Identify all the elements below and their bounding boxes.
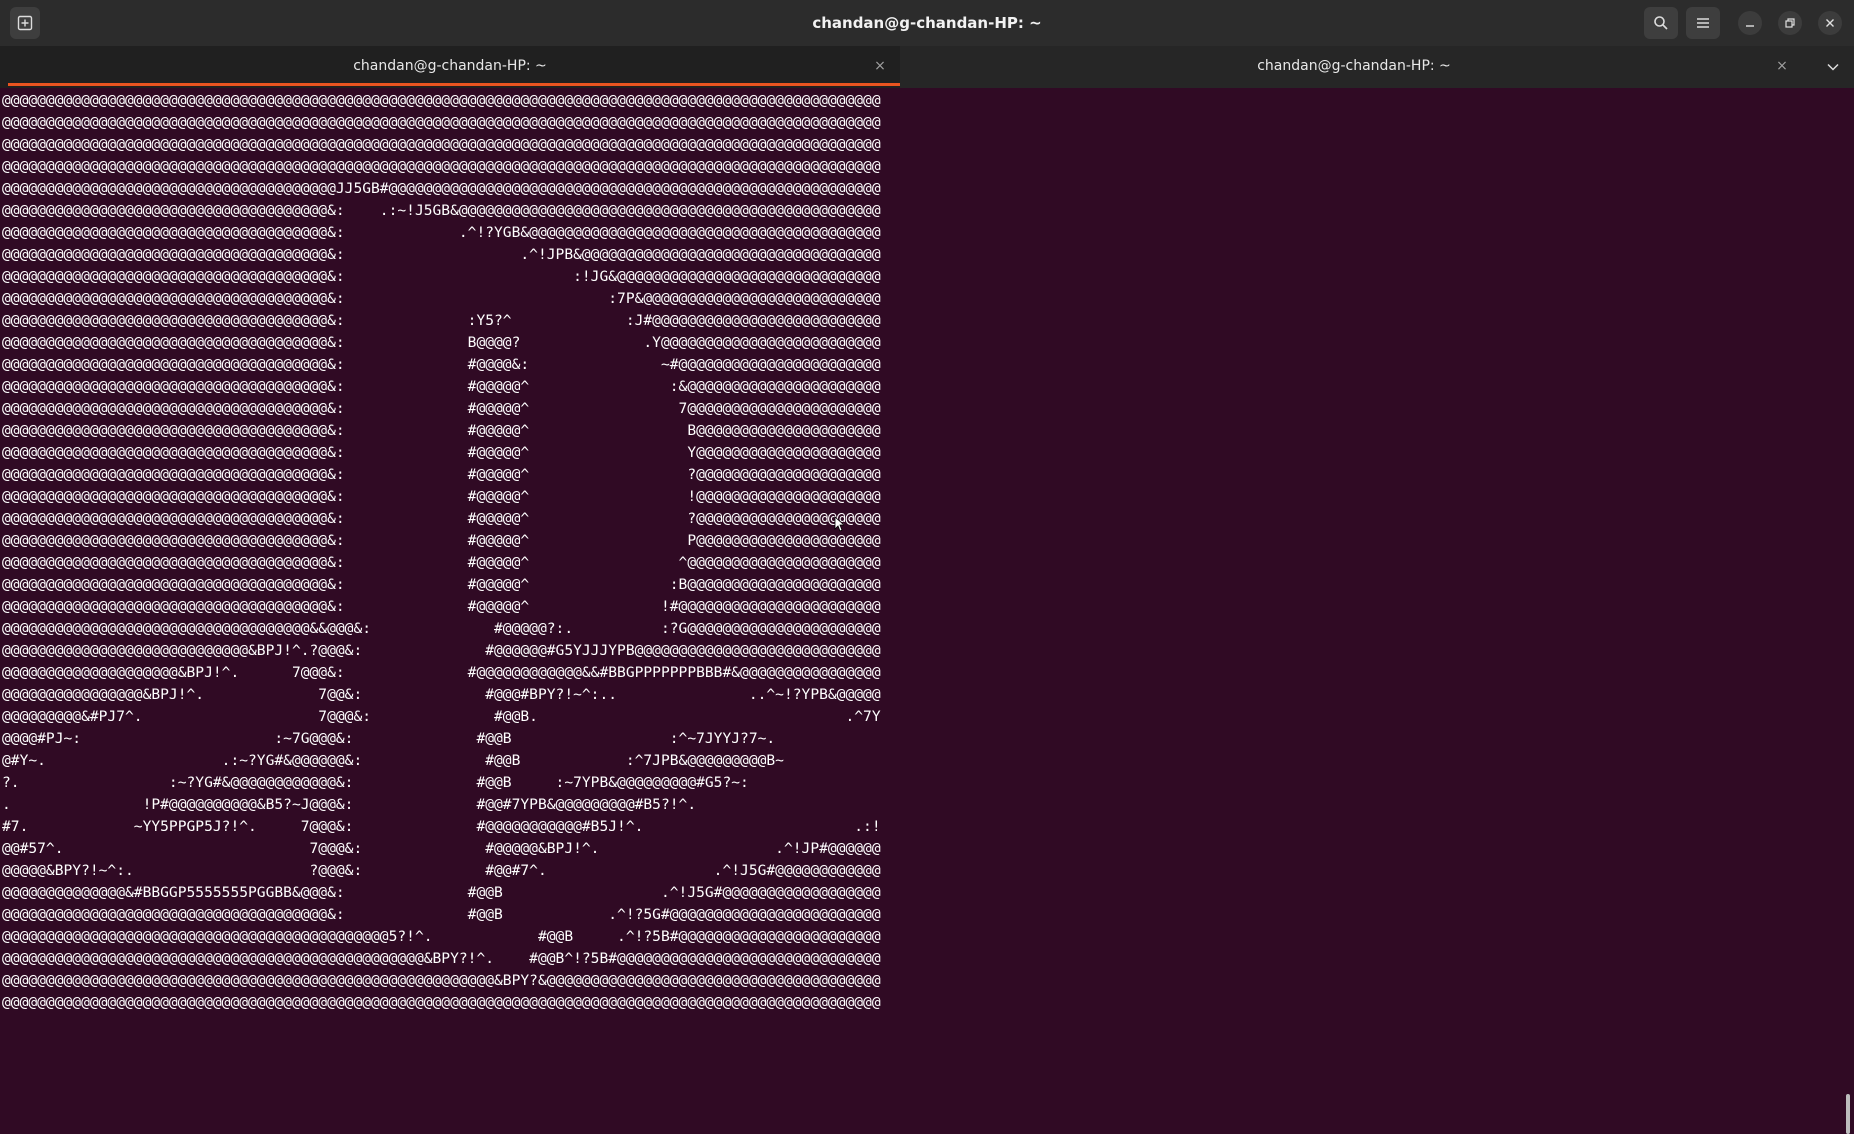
title-bar: chandan@g-chandan-HP: ~ — [0, 0, 1854, 46]
terminal-line: @@@@@@@@@@@@@@@@@@@@@@@@@@@@@@@@@@@@@&: … — [2, 488, 881, 505]
tab-terminal-2[interactable]: chandan@g-chandan-HP: ~ × — [902, 46, 1806, 88]
terminal-line: @@@@@@@@@@@@@@@@@@@@@@@@@@@@@@@@@@@@@@@@… — [2, 92, 881, 109]
terminal-line: @@@@@@@@@@@@@@@@@@@@@@@@@@@@@@@@@@@@@@@@… — [2, 136, 881, 153]
restore-icon — [1785, 18, 1795, 28]
window-title: chandan@g-chandan-HP: ~ — [812, 14, 1042, 32]
close-icon — [1826, 19, 1834, 27]
tabs-dropdown-button[interactable] — [1820, 54, 1846, 80]
terminal-line: @@@@@@@@@@@@@@@@@@@@@@@@@@@@@@@@@@@@@@@@… — [2, 114, 881, 131]
chevron-down-icon — [1827, 63, 1839, 71]
terminal-line: @@@@@@@@@@@@@@@@@@@@@@@@@@@@@@@@@@@@@&: … — [2, 400, 881, 417]
active-tab-indicator — [8, 83, 900, 86]
terminal-line: @@@@@@@@@@@@@@@@@@@@@@@@@@@@@@@@@@@@@&: … — [2, 378, 881, 395]
minimize-button[interactable] — [1738, 11, 1762, 35]
terminal-line: ?. :~?YG#&@@@@@@@@@@@@&: #@@B :~7YPB&@@@… — [2, 774, 881, 791]
tab-close-button[interactable]: × — [1772, 56, 1792, 76]
terminal-line: @@@@@@@@@@@@@@@@@@@@@@@@@@@@@@@@@@@@@&: … — [2, 268, 881, 285]
hamburger-menu-icon — [1697, 18, 1709, 28]
terminal-line: @@@@@@@@@@@@@@@@@@@@@@@@@@@@@@@@@@@@@&: … — [2, 532, 881, 549]
terminal-line: @@@@@@@@@@@@@@@@@@@@@@@@@@@@@@@@@@@@@&: … — [2, 356, 881, 373]
tab-label: chandan@g-chandan-HP: ~ — [353, 58, 547, 74]
terminal-line: @@@@@@@@@@@@@@@@@@@@@@@@@@@@@@@@@@@@@@JJ… — [2, 180, 881, 197]
terminal-line: @@@@@@@@@@@@@@@@&BPJ!^. 7@@&: #@@@#BPY?!… — [2, 686, 881, 703]
terminal-line: @@@@@@@@@@@@@@@@@@@@@@@@@@@@@@@@@@@@@@@@… — [2, 928, 881, 945]
terminal-line: @@@@@@@@@@@@@@@@@@@@@@@@@@@@@@@@@@@@@&: … — [2, 290, 881, 307]
new-tab-icon — [17, 15, 33, 31]
terminal-line: @@@@@@@@@@@@@@@@@@@@@@@@@@@@@@@@@@@@@&: … — [2, 224, 881, 241]
terminal-area[interactable]: @@@@@@@@@@@@@@@@@@@@@@@@@@@@@@@@@@@@@@@@… — [0, 88, 1854, 1134]
tab-close-button[interactable]: × — [870, 56, 890, 76]
mouse-pointer-icon — [834, 516, 844, 532]
terminal-line: @@@@@@@@@@@@@@&#BBGGP5555555PGGBB&@@@&: … — [2, 884, 881, 901]
terminal-line: @@@@@@@@@@@@@@@@@@@@@@@@@@@@@@@@@@@@@@@@… — [2, 994, 881, 1011]
tab-label: chandan@g-chandan-HP: ~ — [1257, 58, 1451, 74]
terminal-line: @@@@@@@@@@@@@@@@@@@@@@@@@@@@&BPJ!^.?@@@&… — [2, 642, 881, 659]
terminal-line: @@@@@@@@@@@@@@@@@@@@@@@@@@@@@@@@@@@&&@@@… — [2, 620, 881, 637]
terminal-line: @@@@@@@@@@@@@@@@@@@@@@@@@@@@@@@@@@@@@&: … — [2, 312, 881, 329]
new-tab-button[interactable] — [10, 7, 40, 39]
terminal-line: @@@@@@@@@@@@@@@@@@@@@@@@@@@@@@@@@@@@@@@@… — [2, 972, 881, 989]
terminal-line: @@@@@@@@@@@@@@@@@@@@@@@@@@@@@@@@@@@@@&: … — [2, 466, 881, 483]
search-button[interactable] — [1644, 7, 1678, 39]
terminal-line: @@@@@@@@@&#PJ7^. 7@@@&: #@@B. .^7Y — [2, 708, 881, 725]
close-button[interactable] — [1818, 11, 1842, 35]
terminal-line: @@@@@@@@@@@@@@@@@@@@@@@@@@@@@@@@@@@@@&: … — [2, 906, 881, 923]
menu-button[interactable] — [1686, 7, 1720, 39]
terminal-line: @@@@@@@@@@@@@@@@@@@@@@@@@@@@@@@@@@@@@&: … — [2, 598, 881, 615]
terminal-line: @@@@@@@@@@@@@@@@@@@@@@@@@@@@@@@@@@@@@&: … — [2, 202, 881, 219]
terminal-line: @@@@#PJ~: :~7G@@@&: #@@B :^~7JYYJ?7~. — [2, 730, 881, 747]
terminal-line: . !P#@@@@@@@@@@&B5?~J@@@&: #@@#7YPB&@@@@… — [2, 796, 881, 813]
terminal-line: @@@@@@@@@@@@@@@@@@@@@@@@@@@@@@@@@@@@@&: … — [2, 246, 881, 263]
terminal-line: @@@@@@@@@@@@@@@@@@@@&BPJ!^. 7@@@&: #@@@@… — [2, 664, 881, 681]
terminal-line: #7. ~YY5PPGP5J?!^. 7@@@&: #@@@@@@@@@@@#B… — [2, 818, 881, 835]
terminal-line: @@@@@@@@@@@@@@@@@@@@@@@@@@@@@@@@@@@@@&: … — [2, 576, 881, 593]
minimize-icon — [1746, 25, 1754, 27]
terminal-line: @@@@@&BPY?!~^:. ?@@@&: #@@#7^. .^!J5G#@@… — [2, 862, 881, 879]
terminal-line: @@@@@@@@@@@@@@@@@@@@@@@@@@@@@@@@@@@@@@@@… — [2, 950, 881, 967]
terminal-line: @@@@@@@@@@@@@@@@@@@@@@@@@@@@@@@@@@@@@@@@… — [2, 158, 881, 175]
scrollbar-thumb[interactable] — [1846, 1094, 1850, 1134]
terminal-line: @@@@@@@@@@@@@@@@@@@@@@@@@@@@@@@@@@@@@&: … — [2, 422, 881, 439]
terminal-output: @@@@@@@@@@@@@@@@@@@@@@@@@@@@@@@@@@@@@@@@… — [2, 90, 881, 1014]
terminal-line: @#Y~. .:~?YG#&@@@@@@&: #@@B :^7JPB&@@@@@… — [2, 752, 881, 769]
terminal-line: @@@@@@@@@@@@@@@@@@@@@@@@@@@@@@@@@@@@@&: … — [2, 444, 881, 461]
terminal-line: @@#57^. 7@@@&: #@@@@@&BPJ!^. .^!JP#@@@@@… — [2, 840, 881, 857]
tab-terminal-1[interactable]: chandan@g-chandan-HP: ~ × — [0, 46, 900, 88]
terminal-line: @@@@@@@@@@@@@@@@@@@@@@@@@@@@@@@@@@@@@&: … — [2, 554, 881, 571]
terminal-line: @@@@@@@@@@@@@@@@@@@@@@@@@@@@@@@@@@@@@&: … — [2, 334, 881, 351]
tab-bar: chandan@g-chandan-HP: ~ × chandan@g-chan… — [0, 46, 1854, 88]
maximize-button[interactable] — [1778, 11, 1802, 35]
terminal-line: @@@@@@@@@@@@@@@@@@@@@@@@@@@@@@@@@@@@@&: … — [2, 510, 881, 527]
search-icon — [1654, 16, 1668, 30]
